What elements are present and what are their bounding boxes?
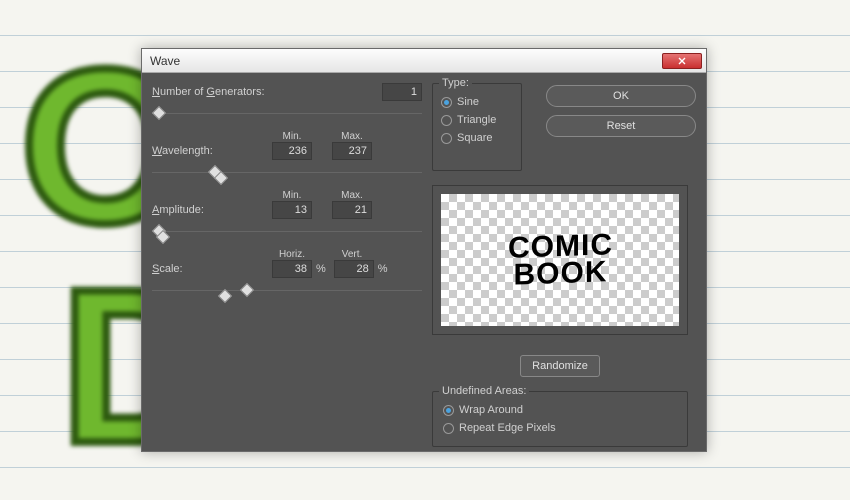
scale-horiz-input[interactable] [272, 260, 312, 278]
slider-thumb-icon[interactable] [152, 106, 166, 120]
scale-horiz-label: Horiz. [272, 249, 312, 260]
amplitude-max-label: Max. [332, 190, 372, 201]
undef-wrap-radio[interactable]: Wrap Around [443, 404, 677, 416]
randomize-button[interactable]: Randomize [520, 355, 600, 377]
reset-button[interactable]: Reset [546, 115, 696, 137]
wavelength-max-input[interactable] [332, 142, 372, 160]
close-icon [678, 57, 686, 65]
scale-vert-label: Vert. [332, 249, 372, 260]
preview-panel: COMIC BOOK [432, 185, 688, 335]
scale-label: Scale: [152, 263, 272, 275]
radio-icon [441, 97, 452, 108]
radio-icon [443, 423, 454, 434]
amplitude-min-input[interactable] [272, 201, 312, 219]
percent-label: % [378, 263, 388, 275]
dialog-body: Number of Generators: Min. Max. Waveleng… [142, 73, 706, 451]
controls-column: Number of Generators: Min. Max. Waveleng… [152, 83, 422, 308]
titlebar[interactable]: Wave [142, 49, 706, 73]
scale-vert-input[interactable] [334, 260, 374, 278]
radio-icon [441, 115, 452, 126]
undefined-areas-group: Undefined Areas: Wrap Around Repeat Edge… [432, 391, 688, 447]
action-buttons: OK Reset [546, 85, 696, 145]
radio-icon [441, 133, 452, 144]
preview-checker: COMIC BOOK [441, 194, 679, 326]
wavelength-label: Wavelength: [152, 145, 272, 157]
amplitude-label: Amplitude: [152, 204, 272, 216]
scale-slider[interactable] [152, 282, 422, 300]
preview-text: COMIC BOOK [508, 231, 613, 289]
undef-title: Undefined Areas: [439, 385, 529, 397]
generators-input[interactable] [382, 83, 422, 101]
wavelength-min-label: Min. [272, 131, 312, 142]
amplitude-slider[interactable] [152, 223, 422, 241]
type-title: Type: [439, 77, 472, 89]
slider-thumb-icon[interactable] [240, 283, 254, 297]
wavelength-max-label: Max. [332, 131, 372, 142]
wavelength-slider[interactable] [152, 164, 422, 182]
undef-repeat-radio[interactable]: Repeat Edge Pixels [443, 422, 677, 434]
type-triangle-radio[interactable]: Triangle [441, 114, 513, 126]
amplitude-min-label: Min. [272, 190, 312, 201]
type-sine-radio[interactable]: Sine [441, 96, 513, 108]
wavelength-min-input[interactable] [272, 142, 312, 160]
window-title: Wave [150, 54, 662, 68]
ok-button[interactable]: OK [546, 85, 696, 107]
close-button[interactable] [662, 53, 702, 69]
type-group: Type: Sine Triangle Square [432, 83, 522, 171]
percent-label: % [316, 263, 326, 275]
type-square-radio[interactable]: Square [441, 132, 513, 144]
generators-slider[interactable] [152, 105, 422, 123]
wave-dialog: Wave Number of Generators: Min. Max. [141, 48, 707, 452]
generators-label: Number of Generators: [152, 86, 272, 98]
radio-icon [443, 405, 454, 416]
amplitude-max-input[interactable] [332, 201, 372, 219]
slider-thumb-icon[interactable] [218, 289, 232, 303]
